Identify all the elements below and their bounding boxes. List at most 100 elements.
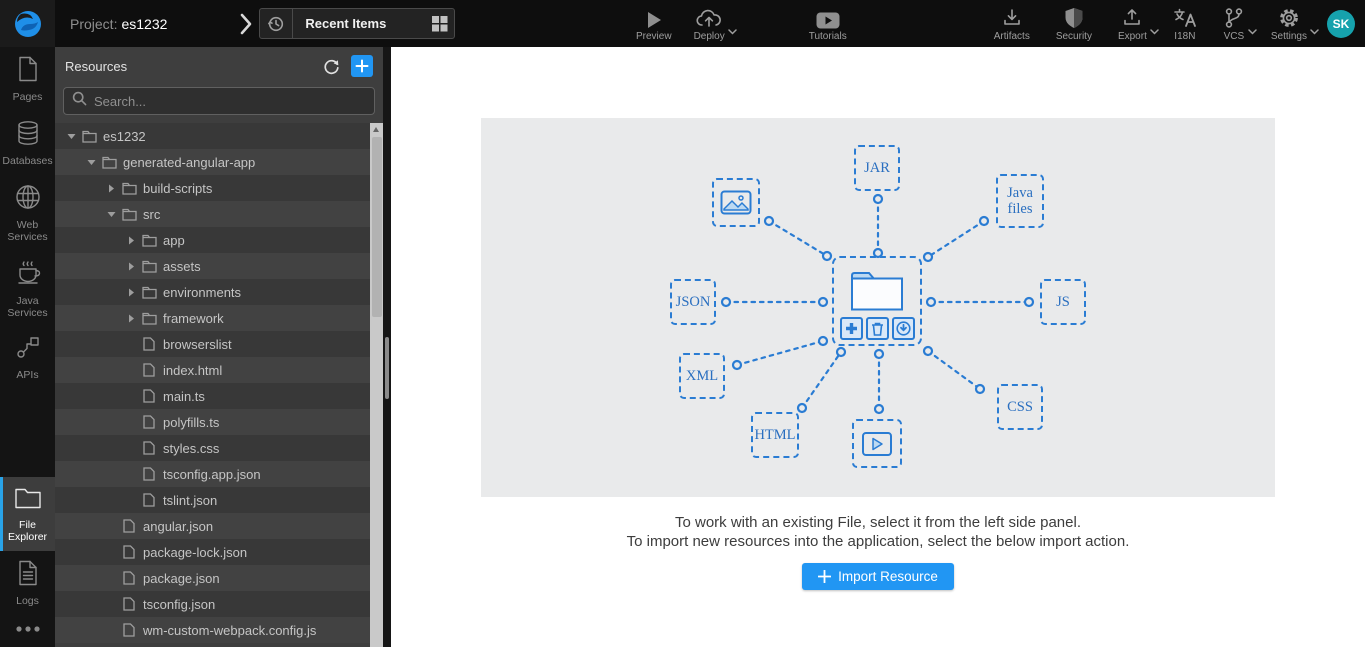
- sidebar-item-logs[interactable]: Logs: [0, 551, 55, 615]
- settings-button[interactable]: Settings: [1265, 0, 1319, 47]
- tree-label: es1232: [103, 128, 146, 144]
- vcs-button[interactable]: VCS: [1217, 0, 1257, 47]
- chevron-collapsed-icon[interactable]: [123, 314, 139, 323]
- tree-label: styles.css: [163, 440, 220, 456]
- chevron-collapsed-icon[interactable]: [103, 184, 119, 193]
- folder-actions: [839, 317, 915, 340]
- panel-resize-gutter[interactable]: [383, 47, 391, 647]
- diagram-node-video: [852, 419, 902, 468]
- tree-label: index.html: [163, 362, 223, 378]
- tree-label: package.json: [143, 570, 220, 586]
- tree-row[interactable]: browserslist: [55, 331, 370, 357]
- logs-icon: [17, 560, 39, 591]
- resize-handle[interactable]: [385, 337, 389, 399]
- tree-row[interactable]: app: [55, 227, 370, 253]
- tree-row[interactable]: angular.json: [55, 513, 370, 539]
- tree-row[interactable]: build-scripts: [55, 175, 370, 201]
- tree-row[interactable]: es1232: [55, 123, 370, 149]
- tree-row[interactable]: tsconfig.app.json: [55, 461, 370, 487]
- artifacts-button[interactable]: Artifacts: [988, 0, 1036, 47]
- scroll-up-arrow-icon[interactable]: [373, 127, 379, 132]
- gear-icon: [1278, 7, 1300, 29]
- diagram-node-image: [712, 178, 760, 227]
- tree-label: wm-custom-webpack.config.js: [143, 622, 317, 638]
- export-button[interactable]: Export: [1112, 0, 1159, 47]
- search-input[interactable]: [94, 93, 366, 109]
- import-resource-label: Import Resource: [838, 569, 938, 584]
- tree-row[interactable]: framework: [55, 305, 370, 331]
- file-icon: [119, 519, 139, 533]
- add-file-icon[interactable]: [839, 317, 863, 340]
- expand-chevron-icon[interactable]: [239, 12, 253, 36]
- wavemaker-logo-icon[interactable]: [0, 0, 55, 47]
- sidebar-item-java-services[interactable]: Java Services: [0, 251, 55, 327]
- i18n-button[interactable]: I18N: [1167, 0, 1203, 47]
- databases-icon: [15, 120, 41, 151]
- tree-row[interactable]: environments: [55, 279, 370, 305]
- download-tray-icon: [1001, 7, 1023, 29]
- scrollbar-thumb[interactable]: [371, 137, 382, 317]
- tree-row[interactable]: tsconfig.json: [55, 591, 370, 617]
- tree-row[interactable]: package.json: [55, 565, 370, 591]
- branch-icon: [1223, 7, 1245, 29]
- tree-row[interactable]: main.ts: [55, 383, 370, 409]
- diagram-node-jar: JAR: [854, 145, 900, 191]
- chevron-expanded-icon[interactable]: [103, 210, 119, 218]
- video-tutorials-icon: [816, 7, 840, 29]
- file-icon: [139, 363, 159, 377]
- sidebar-item-databases[interactable]: Databases: [0, 111, 55, 175]
- folder-icon: [119, 182, 139, 195]
- play-icon: [646, 7, 662, 29]
- project-name: es1232: [121, 15, 168, 32]
- image-icon: [720, 190, 752, 215]
- tree-row[interactable]: styles.css: [55, 435, 370, 461]
- chevron-collapsed-icon[interactable]: [123, 262, 139, 271]
- tree-row[interactable]: src: [55, 201, 370, 227]
- tree-row[interactable]: wm-custom-webpack.config.js: [55, 617, 370, 643]
- tree-label: angular.json: [143, 518, 214, 534]
- tutorials-button[interactable]: Tutorials: [803, 0, 853, 47]
- sidebar-item-pages[interactable]: Pages: [0, 47, 55, 111]
- tree-row[interactable]: package-lock.json: [55, 539, 370, 565]
- chevron-expanded-icon[interactable]: [83, 158, 99, 166]
- add-resource-icon[interactable]: [351, 55, 373, 77]
- tree-row[interactable]: tslint.json: [55, 487, 370, 513]
- tree-label: assets: [163, 258, 201, 274]
- folder-icon: [79, 130, 99, 143]
- tree-row[interactable]: polyfills.ts: [55, 409, 370, 435]
- video-icon: [862, 431, 892, 456]
- folder-icon: [139, 234, 159, 247]
- delete-file-icon[interactable]: [865, 317, 889, 340]
- user-avatar[interactable]: SK: [1327, 9, 1355, 38]
- tree-scrollbar[interactable]: [370, 123, 383, 647]
- chevron-collapsed-icon[interactable]: [123, 288, 139, 297]
- more-icon[interactable]: [0, 615, 55, 647]
- left-icon-rail: Pages Databases Web Services Java Servic…: [0, 47, 55, 647]
- refresh-icon[interactable]: [319, 54, 343, 78]
- chevron-expanded-icon[interactable]: [63, 132, 79, 140]
- tree-label: main.ts: [163, 388, 205, 404]
- resources-panel: Resources es1232 generated-angular-app bui…: [55, 47, 383, 647]
- recent-items-dropdown[interactable]: Recent Items: [259, 8, 456, 39]
- tree-row[interactable]: index.html: [55, 357, 370, 383]
- diagram-node-xml: XML: [679, 353, 725, 399]
- chevron-collapsed-icon[interactable]: [123, 236, 139, 245]
- security-button[interactable]: Security: [1050, 0, 1098, 47]
- chevron-down-icon: [1248, 22, 1257, 40]
- tree-row[interactable]: assets: [55, 253, 370, 279]
- file-icon: [139, 415, 159, 429]
- chevron-down-icon: [1310, 22, 1319, 40]
- import-resource-button[interactable]: Import Resource: [802, 563, 954, 590]
- sidebar-item-file-explorer[interactable]: File Explorer: [0, 477, 55, 551]
- topbar-center-actions: Preview Deploy Tutorials: [630, 0, 853, 47]
- tree-label: environments: [163, 284, 242, 300]
- deploy-button[interactable]: Deploy: [688, 0, 737, 47]
- tree-label: package-lock.json: [143, 544, 248, 560]
- sidebar-item-apis[interactable]: APIs: [0, 327, 55, 389]
- tree-row[interactable]: generated-angular-app: [55, 149, 370, 175]
- download-file-icon[interactable]: [891, 317, 915, 340]
- preview-button[interactable]: Preview: [630, 0, 678, 47]
- sidebar-item-web-services[interactable]: Web Services: [0, 175, 55, 251]
- grid-view-icon[interactable]: [424, 15, 454, 32]
- web-services-icon: [15, 184, 41, 215]
